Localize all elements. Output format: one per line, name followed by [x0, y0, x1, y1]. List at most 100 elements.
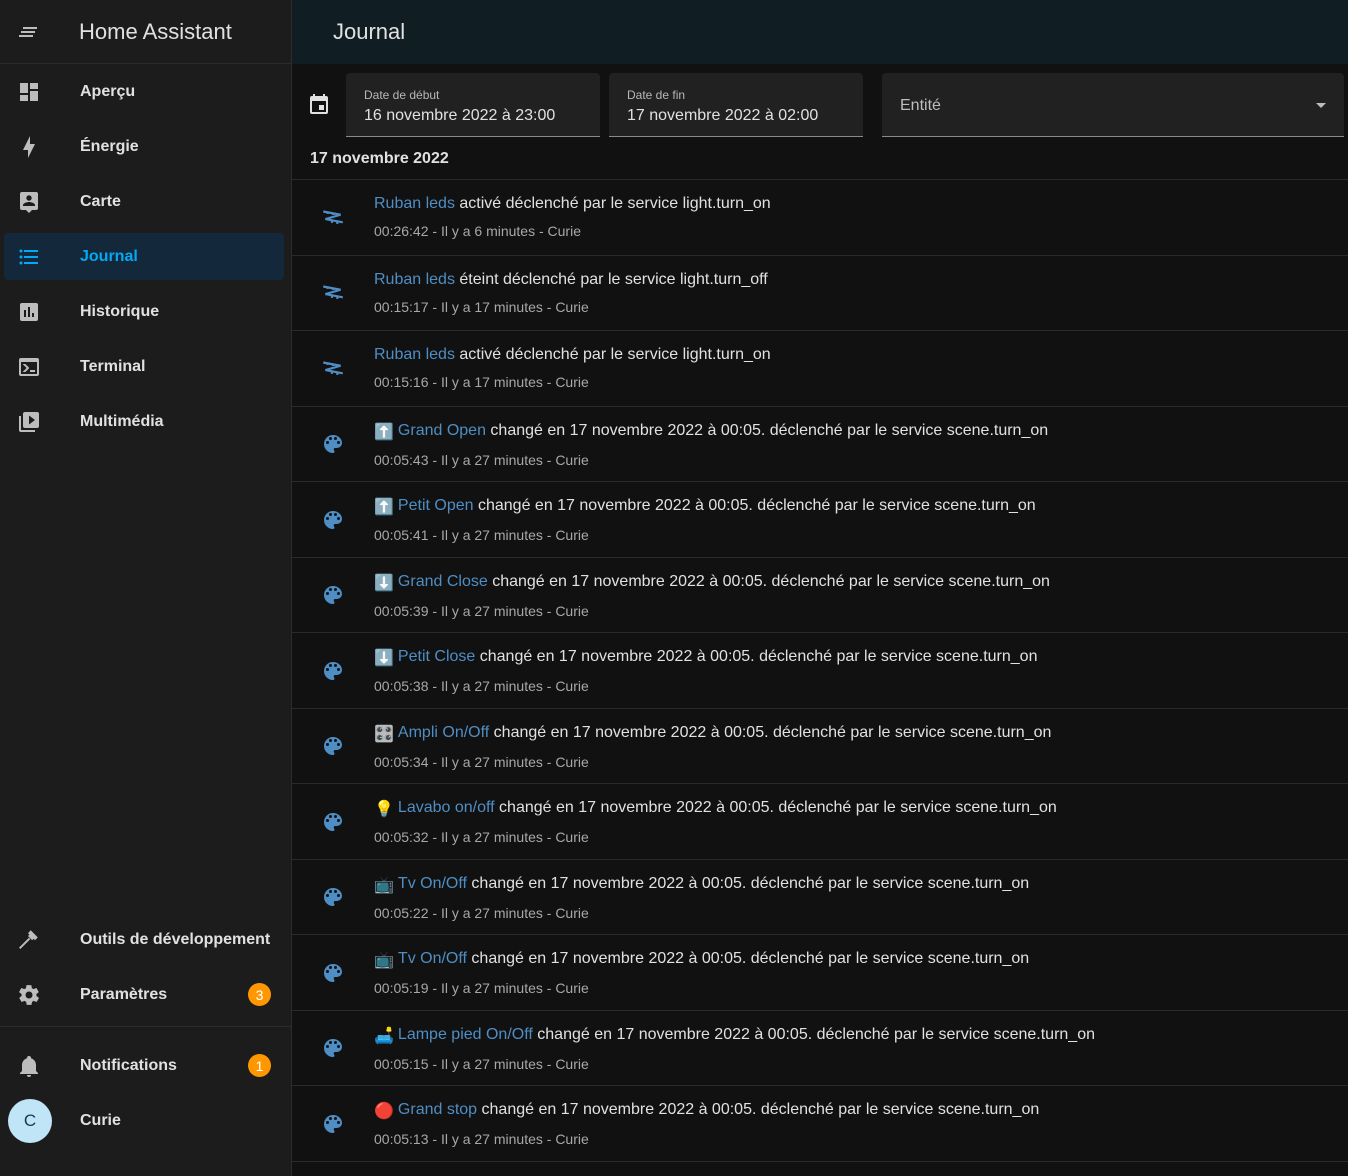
- avatar: C: [8, 1098, 52, 1143]
- top-bar: Journal: [292, 0, 1348, 64]
- palette-icon: [292, 784, 374, 859]
- entity-link[interactable]: Petit Close: [398, 648, 475, 665]
- menu-toggle-button[interactable]: [0, 0, 56, 64]
- logbook-entry: 🔴 Grand stop changé en 17 novembre 2022 à…: [292, 1086, 1348, 1162]
- entity-link[interactable]: Lavabo on/off: [398, 799, 495, 816]
- entry-message: 🛋️ Lampe pied On/Off changé en 17 novembr…: [374, 1026, 1095, 1046]
- sidebar-item-label: Terminal: [80, 357, 146, 375]
- sidebar-item-carte[interactable]: Carte: [4, 178, 284, 225]
- play-box-icon: [4, 410, 54, 434]
- entry-text: changé en 17 novembre 2022 à 00:05. décl…: [494, 799, 1057, 816]
- entity-link[interactable]: Ruban leds: [374, 271, 455, 288]
- entity-link[interactable]: Lampe pied On/Off: [398, 1026, 533, 1043]
- sidebar-item-journal[interactable]: Journal: [4, 233, 284, 280]
- sidebar-item-settings[interactable]: Paramètres 3: [4, 971, 284, 1018]
- entry-emoji: ⬇️: [374, 574, 394, 592]
- logbook-entry: Ruban leds activé déclenché par le servi…: [292, 331, 1348, 407]
- sidebar-item-dev-tools[interactable]: Outils de développement: [4, 916, 284, 963]
- entry-message: ⬇️ Petit Close changé en 17 novembre 2022…: [374, 648, 1037, 668]
- sidebar-item-terminal[interactable]: Terminal: [4, 343, 284, 390]
- logbook-entry: 🛋️ Lampe pied On/Off changé en 17 novembr…: [292, 1011, 1348, 1086]
- entry-meta: 00:26:42 - Il y a 6 minutes - Curie: [374, 223, 581, 239]
- logbook-entry: ⬇️ Petit Close changé en 17 novembre 2022…: [292, 633, 1348, 709]
- logbook-entry: 💡 Lavabo on/off changé en 17 novembre 202…: [292, 784, 1348, 860]
- palette-icon: [292, 407, 374, 482]
- menu-collapse-icon: [19, 26, 37, 37]
- entry-message: 🎛️ Ampli On/Off changé en 17 novembre 202…: [374, 724, 1051, 744]
- list-icon: [4, 245, 54, 269]
- entry-emoji: 📺: [374, 952, 394, 969]
- entity-select[interactable]: Entité: [882, 73, 1344, 137]
- logbook-entry: 📺 Tv On/Off changé en 17 novembre 2022 à …: [292, 935, 1348, 1011]
- palette-icon: [292, 935, 374, 1010]
- avatar-wrapper: C: [4, 1098, 54, 1143]
- sidebar-item-notifications[interactable]: Notifications 1: [4, 1042, 284, 1089]
- start-date-field[interactable]: Date de début 16 novembre 2022 à 23:00: [346, 73, 600, 137]
- calendar-icon[interactable]: [292, 73, 346, 137]
- page-title: Journal: [333, 19, 406, 44]
- entry-emoji: 🛋️: [374, 1027, 394, 1045]
- entry-emoji: 📺: [374, 876, 394, 894]
- entity-link[interactable]: Tv On/Off: [398, 950, 467, 967]
- entry-text: activé déclenché par le service light.tu…: [454, 346, 771, 363]
- entry-body: 📺 Tv On/Off changé en 17 novembre 2022 à …: [374, 860, 1029, 921]
- sidebar-item-label: Curie: [80, 1111, 121, 1129]
- entry-text: changé en 17 novembre 2022 à 00:05. décl…: [466, 950, 1030, 967]
- logbook-entry: 📺 Tv On/Off changé en 17 novembre 2022 à …: [292, 860, 1348, 935]
- entry-text: changé en 17 novembre 2022 à 00:05. décl…: [473, 497, 1036, 514]
- dashboard-icon: [4, 80, 54, 104]
- entity-link[interactable]: Tv On/Off: [398, 875, 467, 892]
- sidebar-item-label: Notifications: [80, 1056, 177, 1074]
- sidebar-item-historique[interactable]: Historique: [4, 288, 284, 335]
- main-content: Journal Date de début 16 novembre 2022 à…: [292, 0, 1348, 1176]
- entry-emoji: 🎛️: [374, 725, 394, 743]
- sidebar-nav: Aperçu Énergie Carte Journal Historique …: [0, 64, 291, 445]
- entry-meta: 00:05:13 - Il y a 27 minutes - Curie: [374, 1131, 589, 1147]
- settings-badge: 3: [248, 983, 271, 1006]
- sidebar-item-multimedia[interactable]: Multimédia: [4, 398, 284, 445]
- sidebar-item-user[interactable]: C Curie: [4, 1097, 284, 1144]
- sidebar-item-label: Paramètres: [80, 985, 168, 1003]
- entry-text: éteint déclenché par le service light.tu…: [454, 270, 768, 288]
- entry-text: changé en 17 novembre 2022 à 00:05. décl…: [477, 1101, 1040, 1118]
- entity-link[interactable]: Ampli On/Off: [398, 724, 489, 741]
- entry-text: changé en 17 novembre 2022 à 00:05. décl…: [485, 421, 1049, 439]
- entity-link[interactable]: Petit Open: [398, 497, 474, 514]
- entry-emoji: 💡: [374, 801, 394, 818]
- entry-meta: 00:15:16 - Il y a 17 minutes - Curie: [374, 374, 589, 390]
- entry-message: Ruban leds activé déclenché par le servi…: [374, 195, 771, 213]
- entry-emoji: ⬇️: [374, 650, 394, 667]
- entity-link[interactable]: Grand Open: [398, 422, 486, 439]
- sidebar: Home Assistant Aperçu Énergie Carte Jour…: [0, 0, 292, 1176]
- entry-message: 💡 Lavabo on/off changé en 17 novembre 202…: [374, 799, 1057, 819]
- entity-link[interactable]: Grand stop: [398, 1101, 477, 1118]
- console-icon: [4, 355, 54, 379]
- sidebar-item-label: Historique: [80, 302, 160, 320]
- entry-body: 🛋️ Lampe pied On/Off changé en 17 novembr…: [374, 1011, 1095, 1072]
- entry-body: ⬇️ Grand Close changé en 17 novembre 2022…: [374, 558, 1050, 619]
- entry-body: 🎛️ Ampli On/Off changé en 17 novembre 202…: [374, 709, 1051, 770]
- sidebar-divider: [0, 1026, 291, 1027]
- entry-emoji: 🔴: [374, 1103, 394, 1120]
- notifications-badge: 1: [248, 1054, 271, 1077]
- entry-body: ⬆️ Petit Open changé en 17 novembre 2022 …: [374, 482, 1036, 543]
- palette-icon: [292, 482, 374, 557]
- palette-icon: [292, 860, 374, 935]
- palette-icon: [292, 1086, 374, 1161]
- sidebar-item-apercu[interactable]: Aperçu: [4, 68, 284, 115]
- entity-link[interactable]: Ruban leds: [374, 195, 455, 212]
- entry-body: 📺 Tv On/Off changé en 17 novembre 2022 à …: [374, 935, 1029, 996]
- end-date-label: Date de fin: [627, 88, 686, 102]
- palette-icon: [292, 633, 374, 708]
- led-strip-icon: [292, 180, 374, 255]
- logbook-entry: ⬆️ Petit Open changé en 17 novembre 2022 …: [292, 482, 1348, 558]
- entry-text: activé déclenché par le service light.tu…: [454, 195, 771, 212]
- entry-message: ⬇️ Grand Close changé en 17 novembre 2022…: [374, 573, 1050, 593]
- entity-link[interactable]: Grand Close: [398, 573, 488, 590]
- entry-meta: 00:05:34 - Il y a 27 minutes - Curie: [374, 753, 589, 770]
- map-marker-icon: [4, 190, 54, 214]
- entry-meta: 00:05:39 - Il y a 27 minutes - Curie: [374, 602, 589, 619]
- sidebar-item-energie[interactable]: Énergie: [4, 123, 284, 170]
- end-date-field[interactable]: Date de fin 17 novembre 2022 à 02:00: [609, 73, 863, 137]
- entity-link[interactable]: Ruban leds: [374, 346, 455, 363]
